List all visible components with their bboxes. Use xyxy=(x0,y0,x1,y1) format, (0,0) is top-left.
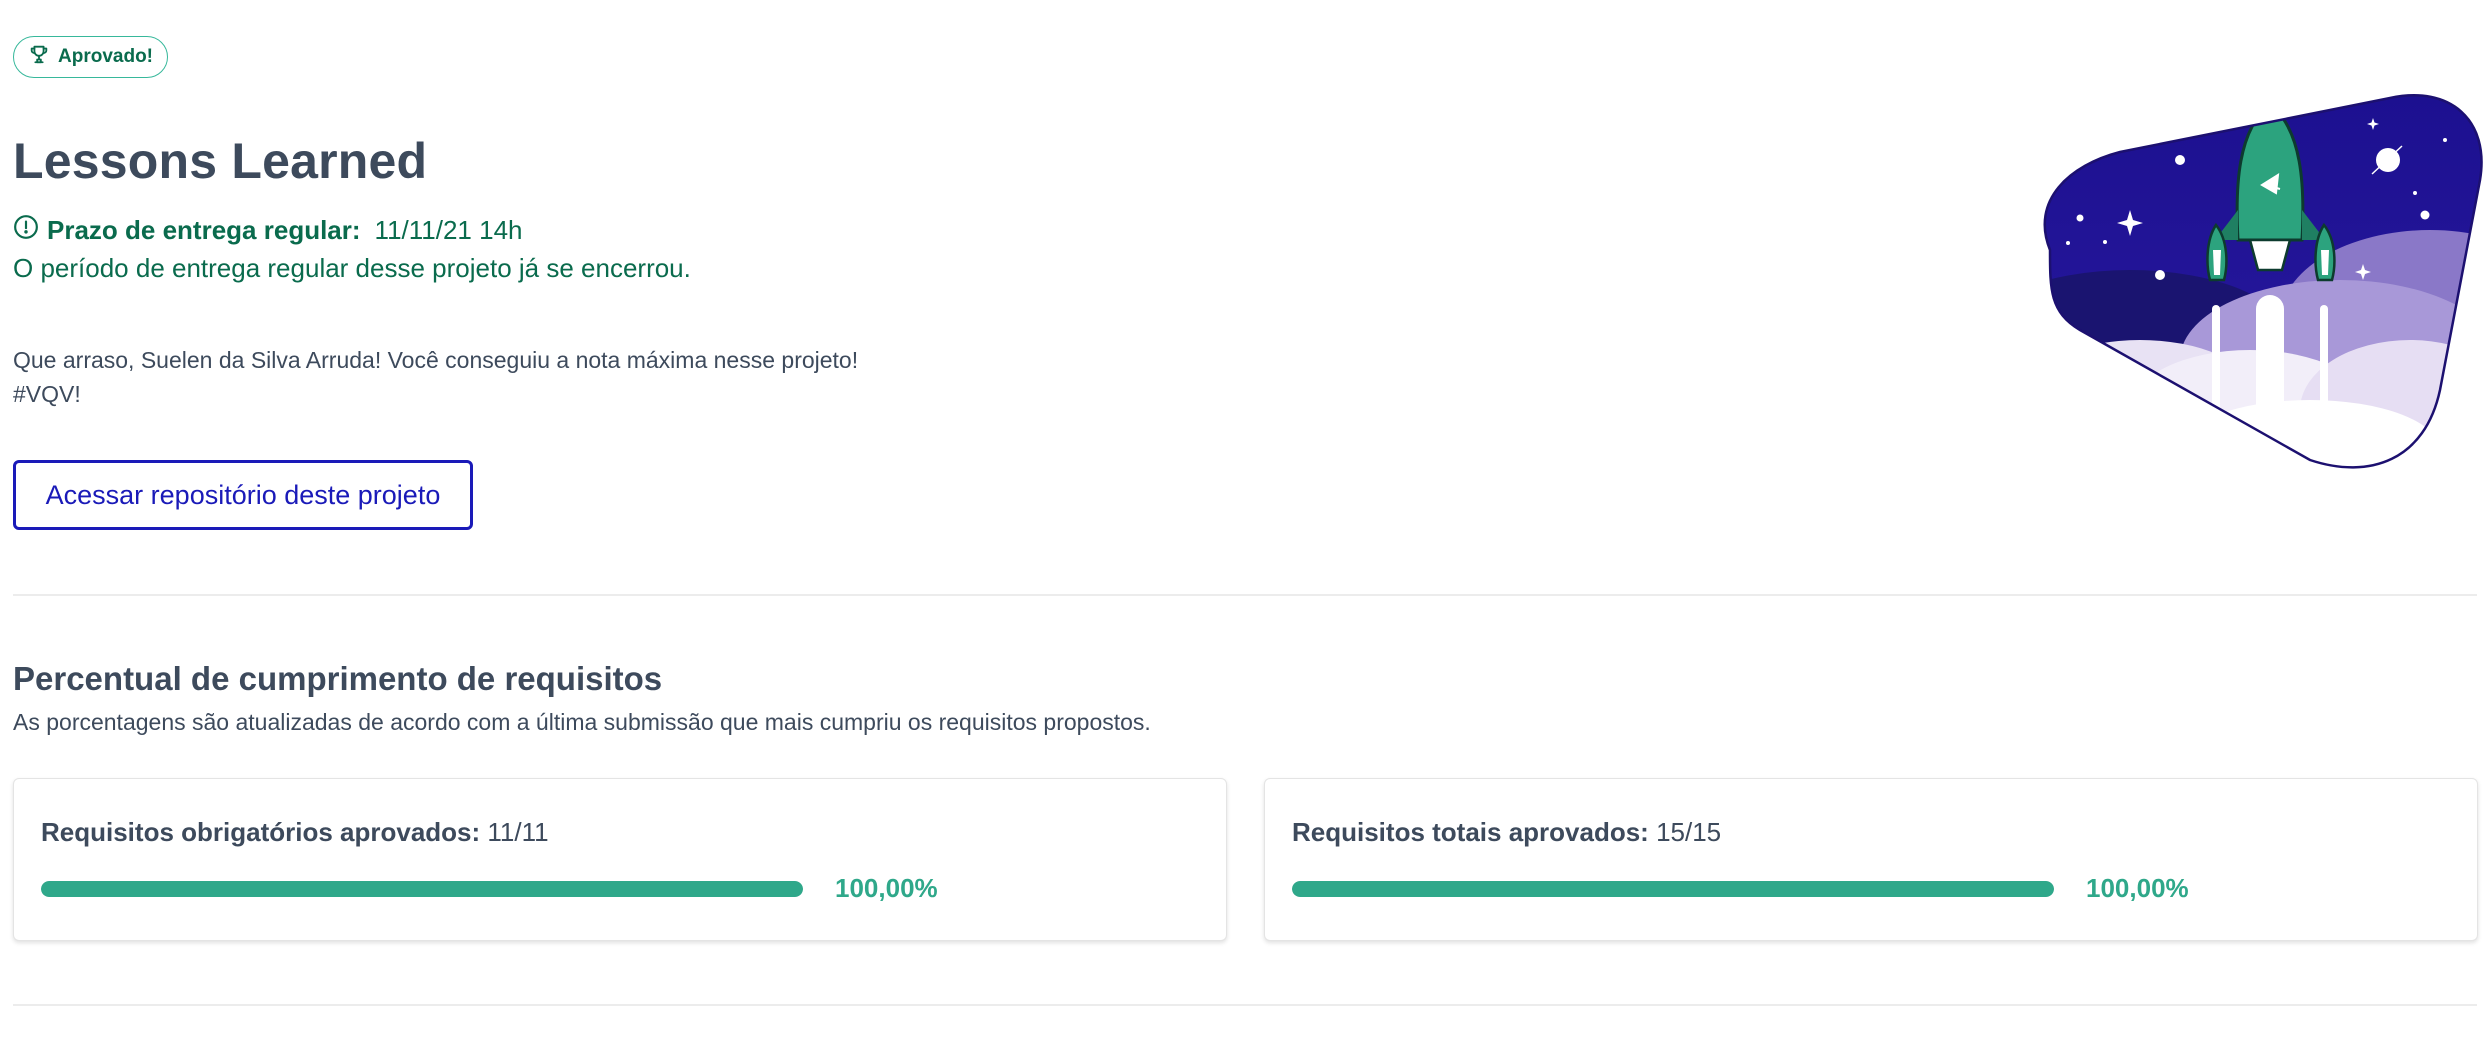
alert-circle-icon xyxy=(13,214,39,247)
bottom-divider xyxy=(13,1004,2477,1006)
deadline-message: O período de entrega regular desse proje… xyxy=(13,253,691,283)
trophy-icon xyxy=(28,43,50,71)
progress-percent: 100,00% xyxy=(2086,873,2189,903)
card-value: 11/11 xyxy=(487,817,549,847)
deadline-label: Prazo de entrega regular: xyxy=(47,215,361,245)
congrats-message: Que arraso, Suelen da Silva Arruda! Você… xyxy=(13,343,858,411)
mandatory-requirements-card: Requisitos obrigatórios aprovados: 11/11… xyxy=(13,778,1227,941)
card-value: 15/15 xyxy=(1656,817,1722,847)
progress-percent: 100,00% xyxy=(835,873,938,903)
progress-bar-fill xyxy=(1292,881,2054,897)
status-badge-label: Aprovado! xyxy=(58,46,153,67)
access-repository-button[interactable]: Acessar repositório deste projeto xyxy=(13,460,473,530)
card-title: Requisitos totais aprovados: 15/15 xyxy=(1292,817,1721,848)
requirements-subtitle: As porcentagens são atualizadas de acord… xyxy=(13,709,1151,735)
congrats-line-2: #VQV! xyxy=(13,381,81,407)
congrats-line-1: Que arraso, Suelen da Silva Arruda! Você… xyxy=(13,347,859,373)
card-label: Requisitos totais aprovados: xyxy=(1292,817,1649,847)
space-scene xyxy=(2044,95,2482,468)
project-page: Aprovado! Lessons Learned Prazo de entre… xyxy=(0,0,2490,1052)
progress-bar-fill xyxy=(41,881,803,897)
section-divider xyxy=(13,594,2477,596)
card-title: Requisitos obrigatórios aprovados: 11/11 xyxy=(41,817,549,848)
page-title: Lessons Learned xyxy=(13,133,428,189)
progress-bar xyxy=(1292,881,2054,897)
card-label: Requisitos obrigatórios aprovados: xyxy=(41,817,481,847)
status-badge: Aprovado! xyxy=(13,36,168,78)
rocket-illustration xyxy=(2010,90,2490,490)
progress-bar xyxy=(41,881,803,897)
total-requirements-card: Requisitos totais aprovados: 15/15 100,0… xyxy=(1264,778,2478,941)
deadline-row: Prazo de entrega regular: 11/11/21 14h xyxy=(13,214,523,247)
requirements-title: Percentual de cumprimento de requisitos xyxy=(13,660,663,697)
deadline-value: 11/11/21 14h xyxy=(374,215,523,245)
